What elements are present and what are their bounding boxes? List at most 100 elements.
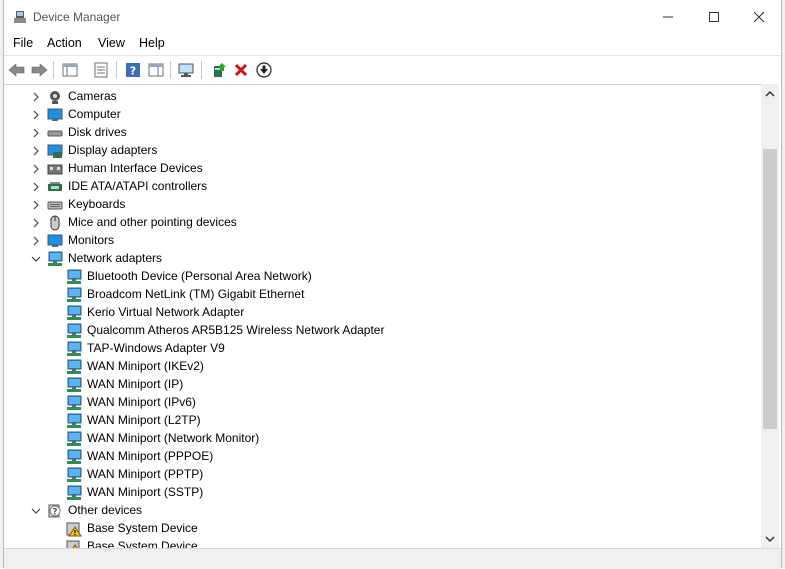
chevron-right-icon[interactable] xyxy=(30,217,42,229)
tree-category-row[interactable]: Human Interface Devices xyxy=(4,160,761,178)
tree-item-label: WAN Miniport (PPTP) xyxy=(87,467,204,481)
tree-device-row[interactable]: WAN Miniport (PPTP) xyxy=(4,466,761,484)
network-adapter-icon xyxy=(67,413,82,428)
tree-device-row[interactable]: WAN Miniport (Network Monitor) xyxy=(4,430,761,448)
chevron-right-icon[interactable] xyxy=(30,127,42,139)
keyboard-icon xyxy=(47,201,63,210)
scroll-up-icon[interactable] xyxy=(765,90,775,98)
menu-file[interactable]: File xyxy=(13,36,33,50)
tree-item-label: Broadcom NetLink (TM) Gigabit Ethernet xyxy=(87,287,305,301)
forward-button[interactable] xyxy=(28,59,50,81)
toolbar-separator xyxy=(201,61,202,79)
hid-icon xyxy=(47,164,63,175)
menu-help[interactable]: Help xyxy=(139,36,165,50)
tree-device-row[interactable]: WAN Miniport (SSTP) xyxy=(4,484,761,502)
close-button[interactable] xyxy=(736,0,782,34)
tree-category-row[interactable]: ? Other devices xyxy=(4,502,761,520)
scan-hardware-changes-icon xyxy=(178,63,194,77)
chevron-right-icon[interactable] xyxy=(30,163,42,175)
scan-hardware-button[interactable] xyxy=(176,59,198,81)
tree-item-label: Network adapters xyxy=(68,251,163,265)
tree-item-label: WAN Miniport (IPv6) xyxy=(87,395,196,409)
uninstall-device-button[interactable] xyxy=(230,59,252,81)
tree-item-label: Monitors xyxy=(68,233,115,247)
forward-icon xyxy=(31,63,48,77)
tree-category-row[interactable]: Disk drives xyxy=(4,124,761,142)
computer-icon xyxy=(47,108,63,121)
chevron-right-icon[interactable] xyxy=(30,235,42,247)
toolbar-separator xyxy=(116,61,117,79)
tree-category-row[interactable]: IDE ATA/ATAPI controllers xyxy=(4,178,761,196)
close-icon xyxy=(753,11,765,23)
tree-category-row[interactable]: Computer xyxy=(4,106,761,124)
menu-action[interactable]: Action xyxy=(47,36,82,50)
monitor-icon xyxy=(47,234,63,247)
tree-item-label: Qualcomm Atheros AR5B125 Wireless Networ… xyxy=(87,323,385,337)
network-adapter-icon xyxy=(67,449,82,464)
minimize-button[interactable] xyxy=(645,0,691,34)
tree-device-row[interactable]: TAP-Windows Adapter V9 xyxy=(4,340,761,358)
network-adapter-icon xyxy=(67,341,82,356)
update-driver-icon xyxy=(214,63,226,77)
tree-device-row[interactable]: WAN Miniport (L2TP) xyxy=(4,412,761,430)
show-action-pane-icon xyxy=(148,63,164,77)
tree-category-row[interactable]: Mice and other pointing devices xyxy=(4,214,761,232)
tree-category-row[interactable]: Cameras xyxy=(4,88,761,106)
tree-device-row[interactable]: WAN Miniport (PPPOE) xyxy=(4,448,761,466)
chevron-right-icon[interactable] xyxy=(30,91,42,103)
tree-item-label: Base System Device xyxy=(87,521,198,535)
network-adapter-icon xyxy=(67,359,82,374)
toolbar-separator xyxy=(170,61,171,79)
tree-device-row[interactable]: Base System Device xyxy=(4,520,761,538)
tree-device-row[interactable]: Bluetooth Device (Personal Area Network) xyxy=(4,268,761,286)
tree-item-label: Cameras xyxy=(68,89,117,103)
title-bar[interactable]: Device Manager xyxy=(4,0,781,34)
uninstall-device-icon xyxy=(234,63,248,77)
vertical-scrollbar[interactable] xyxy=(761,84,779,548)
disable-device-button[interactable] xyxy=(253,59,275,81)
tree-category-row[interactable]: Network adapters xyxy=(4,250,761,268)
tree-device-row[interactable]: WAN Miniport (IKEv2) xyxy=(4,358,761,376)
scrollbar-thumb[interactable] xyxy=(763,149,777,429)
maximize-button[interactable] xyxy=(691,0,737,34)
back-button[interactable] xyxy=(6,59,28,81)
update-driver-button[interactable] xyxy=(208,59,230,81)
tree-item-label: Computer xyxy=(68,107,121,121)
minimize-icon xyxy=(663,16,673,18)
disk-drive-icon xyxy=(47,130,63,137)
properties-button[interactable] xyxy=(90,59,112,81)
camera-icon xyxy=(50,91,60,104)
tree-item-label: WAN Miniport (IP) xyxy=(87,377,184,391)
tree-category-row[interactable]: Monitors xyxy=(4,232,761,250)
help-icon: ? xyxy=(126,63,140,78)
chevron-down-icon[interactable] xyxy=(30,505,42,517)
tree-item-label: WAN Miniport (Network Monitor) xyxy=(87,431,260,445)
tree-item-label: Other devices xyxy=(68,503,143,517)
menu-view[interactable]: View xyxy=(98,36,125,50)
tree-device-row[interactable]: Kerio Virtual Network Adapter xyxy=(4,304,761,322)
tree-category-row[interactable]: Display adapters xyxy=(4,142,761,160)
tree-item-label: WAN Miniport (L2TP) xyxy=(87,413,201,427)
chevron-down-icon[interactable] xyxy=(30,253,42,265)
toolbar-separator xyxy=(53,61,54,79)
tree-category-row[interactable]: Keyboards xyxy=(4,196,761,214)
scroll-down-icon[interactable] xyxy=(765,535,775,543)
help-button[interactable]: ? xyxy=(122,59,144,81)
chevron-right-icon[interactable] xyxy=(30,181,42,193)
network-adapter-icon xyxy=(67,467,82,482)
tree-item-label: TAP-Windows Adapter V9 xyxy=(87,341,225,355)
action-pane-button[interactable] xyxy=(145,59,167,81)
tree-device-row[interactable]: WAN Miniport (IPv6) xyxy=(4,394,761,412)
chevron-right-icon[interactable] xyxy=(30,109,42,121)
tree-device-row[interactable]: WAN Miniport (IP) xyxy=(4,376,761,394)
chevron-right-icon[interactable] xyxy=(30,199,42,211)
tree-item-label: WAN Miniport (IKEv2) xyxy=(87,359,204,373)
svg-text:?: ? xyxy=(130,65,136,78)
show-hide-console-tree-button[interactable] xyxy=(59,59,81,81)
tree-device-row[interactable]: Broadcom NetLink (TM) Gigabit Ethernet xyxy=(4,286,761,304)
tree-item-label: Kerio Virtual Network Adapter xyxy=(87,305,245,319)
tree-device-row[interactable]: Qualcomm Atheros AR5B125 Wireless Networ… xyxy=(4,322,761,340)
chevron-right-icon[interactable] xyxy=(30,145,42,157)
network-adapter-icon xyxy=(48,251,63,266)
device-tree: Cameras Computer Disk drives Display adapte… xyxy=(4,84,761,549)
